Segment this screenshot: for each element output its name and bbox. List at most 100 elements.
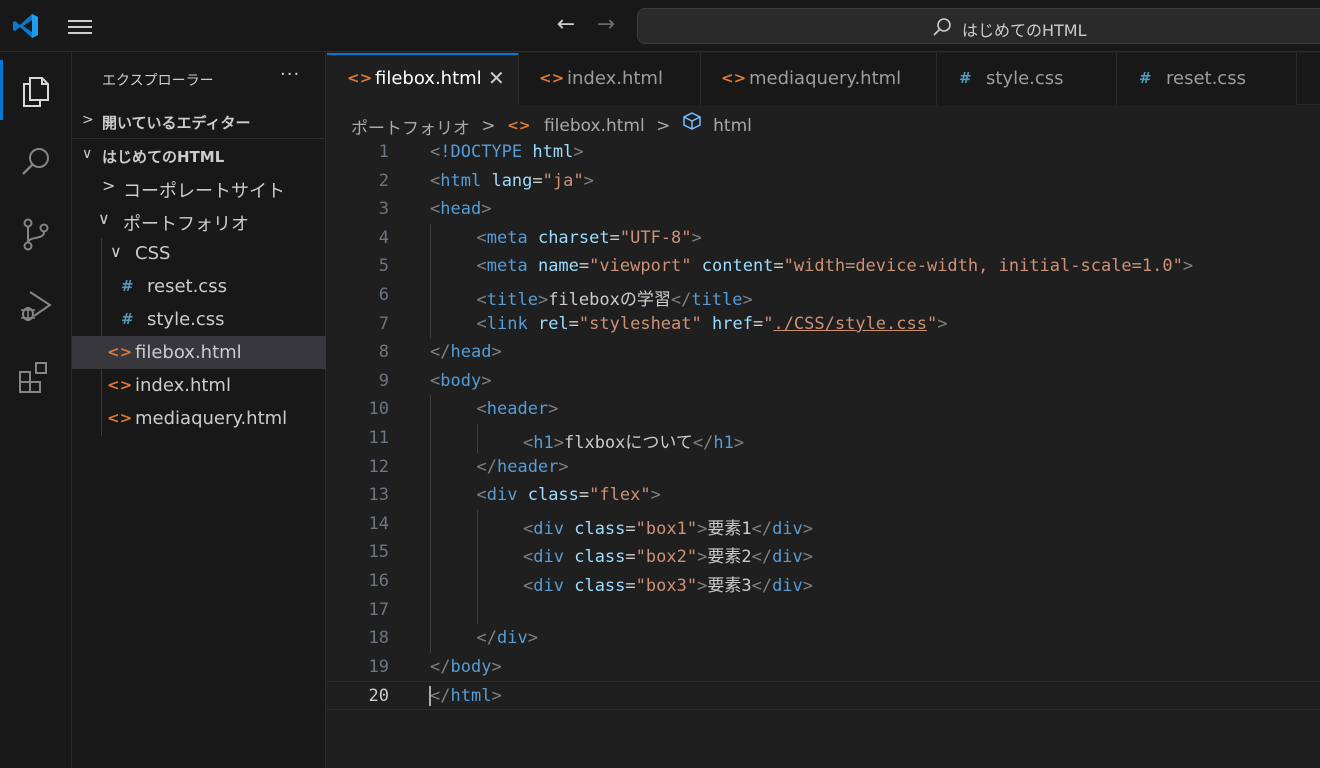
code-line[interactable]: 4 <meta charset="UTF-8"> — [327, 223, 1320, 253]
code-token: = — [532, 170, 543, 191]
tree-file-style-css[interactable]: # style.css — [72, 303, 326, 336]
code-token: > — [548, 399, 559, 420]
code-line[interactable]: 16 <div class="box3">要素3</div> — [327, 567, 1320, 596]
search-icon — [933, 18, 951, 36]
code-token: href — [712, 313, 753, 334]
line-number: 7 — [378, 313, 389, 334]
tab-label: index.html — [567, 68, 663, 89]
code-line[interactable]: 19 </body> — [327, 653, 1320, 682]
code-line[interactable]: 15 <div class="box2">要素2</div> — [327, 538, 1320, 567]
code-line[interactable]: 2 <html lang="ja"> — [327, 167, 1320, 196]
tab-style-css[interactable]: # style.css — [937, 53, 1117, 105]
code-token: = — [568, 313, 579, 334]
activity-extensions[interactable] — [0, 344, 72, 408]
code-line[interactable]: 5 <meta name="viewport" content="width=de… — [327, 252, 1320, 281]
indent-guide — [430, 452, 431, 482]
code-token: div — [533, 547, 564, 568]
code-token: "width=device-width, initial-scale=1.0" — [783, 256, 1183, 277]
tree-folder-css[interactable]: ∨ CSS — [72, 237, 326, 270]
code-token: > — [802, 576, 814, 596]
code-line[interactable]: 18 </div> — [327, 624, 1320, 653]
command-center-text: はじめてのHTML — [962, 21, 1087, 40]
code-line[interactable]: 7 <link rel="stylesheat" href="./CSS/styl… — [327, 309, 1320, 339]
code-line[interactable]: 3 <head> — [327, 195, 1320, 224]
explorer-title: エクスプローラー — [102, 73, 214, 89]
activity-source-control[interactable] — [0, 200, 72, 264]
vscode-logo-icon[interactable] — [12, 12, 40, 40]
code-token: = — [625, 547, 636, 568]
tab-filebox-html[interactable]: <> filebox.html ✕ — [327, 53, 519, 105]
breadcrumb-symbol[interactable]: html — [713, 116, 752, 136]
code-line[interactable]: 1 <!DOCTYPE html> — [327, 138, 1320, 167]
tab-label: mediaquery.html — [749, 68, 902, 89]
back-arrow-icon[interactable]: ← — [552, 12, 580, 37]
breadcrumb-folder[interactable]: ポートフォリオ — [351, 114, 470, 139]
tree-folder-portfolio[interactable]: ∨ ポートフォリオ — [72, 204, 326, 237]
close-icon[interactable]: ✕ — [488, 66, 505, 90]
html-file-icon: <> — [721, 69, 747, 87]
code-text: <div class="box3">要素3</div> — [523, 571, 813, 596]
tree-file-mediaquery-html[interactable]: <> mediaquery.html — [72, 402, 326, 435]
chevron-right-icon: > — [102, 176, 116, 195]
tree-file-filebox-html[interactable]: <> filebox.html — [72, 336, 326, 369]
code-token: > — [527, 628, 538, 649]
line-number: 3 — [378, 199, 389, 220]
html-file-icon: <> — [107, 343, 133, 361]
command-center-search[interactable]: はじめてのHTML — [637, 8, 1320, 44]
more-actions-icon[interactable]: ··· — [280, 64, 300, 85]
code-line[interactable]: 11 <h1>flxboxについて</h1> — [327, 424, 1320, 453]
code-token: > — [742, 290, 753, 310]
code-line[interactable]: 10 <header> — [327, 395, 1320, 424]
open-editors-section[interactable]: > 開いているエディター — [72, 107, 326, 137]
code-line[interactable]: 17 — [327, 595, 1320, 625]
html-file-icon: <> — [107, 409, 133, 427]
code-editor[interactable]: 1 <!DOCTYPE html> 2 <html lang="ja"> 3 <head>… — [327, 138, 1320, 768]
activity-explorer[interactable] — [0, 56, 72, 120]
code-token: "box2" — [635, 547, 698, 568]
tab-index-html[interactable]: <> index.html — [519, 53, 701, 105]
tab-reset-css[interactable]: # reset.css — [1117, 53, 1297, 105]
indent-guide — [476, 538, 478, 567]
code-token: meta — [486, 227, 528, 248]
activity-search[interactable] — [0, 128, 72, 192]
code-text: <meta charset="UTF-8"> — [477, 228, 702, 248]
tab-mediaquery-html[interactable]: <> mediaquery.html — [701, 53, 937, 105]
activity-run-debug[interactable] — [0, 272, 72, 336]
tree-folder-corporate-site[interactable]: > コーポレートサイト — [72, 171, 326, 204]
code-line[interactable]: 6 <title>fileboxの学習</title> — [327, 281, 1320, 310]
code-text: <html lang="ja"> — [430, 171, 594, 191]
code-line[interactable]: 8 </head> — [327, 338, 1320, 367]
indent-guide — [430, 395, 431, 424]
code-line[interactable]: 9 <body> — [327, 367, 1320, 396]
workspace-section[interactable]: ∨ はじめてのHTML — [72, 141, 326, 171]
code-token: </ — [430, 686, 451, 707]
code-token: header — [486, 399, 549, 420]
indent-guide — [430, 567, 431, 596]
indent-guide — [476, 509, 478, 539]
code-text: <title>fileboxの学習</title> — [477, 285, 753, 310]
tree-file-index-html[interactable]: <> index.html — [72, 369, 326, 402]
menu-icon[interactable] — [66, 16, 96, 38]
code-line[interactable]: 20 </html> — [327, 681, 1320, 710]
breadcrumb-file[interactable]: filebox.html — [544, 116, 645, 136]
css-file-icon: # — [121, 310, 134, 328]
code-token: title — [691, 290, 743, 310]
line-number: 19 — [368, 656, 389, 677]
code-line[interactable]: 12 </header> — [327, 452, 1320, 482]
code-line[interactable]: 13 <div class="flex"> — [327, 481, 1320, 510]
code-token: </ — [476, 628, 497, 649]
code-token: < — [523, 576, 534, 596]
code-token: "box3" — [635, 576, 698, 596]
code-line[interactable]: 14 <div class="box1">要素1</div> — [327, 509, 1320, 539]
code-token: </ — [692, 433, 714, 453]
tree-item-label: style.css — [147, 309, 225, 330]
html-file-icon: <> — [107, 376, 133, 394]
line-number: 5 — [378, 256, 389, 277]
tree-file-reset-css[interactable]: # reset.css — [72, 270, 326, 303]
symbol-cube-icon — [683, 112, 701, 130]
section-divider — [72, 138, 326, 139]
forward-arrow-icon[interactable]: → — [592, 12, 620, 37]
